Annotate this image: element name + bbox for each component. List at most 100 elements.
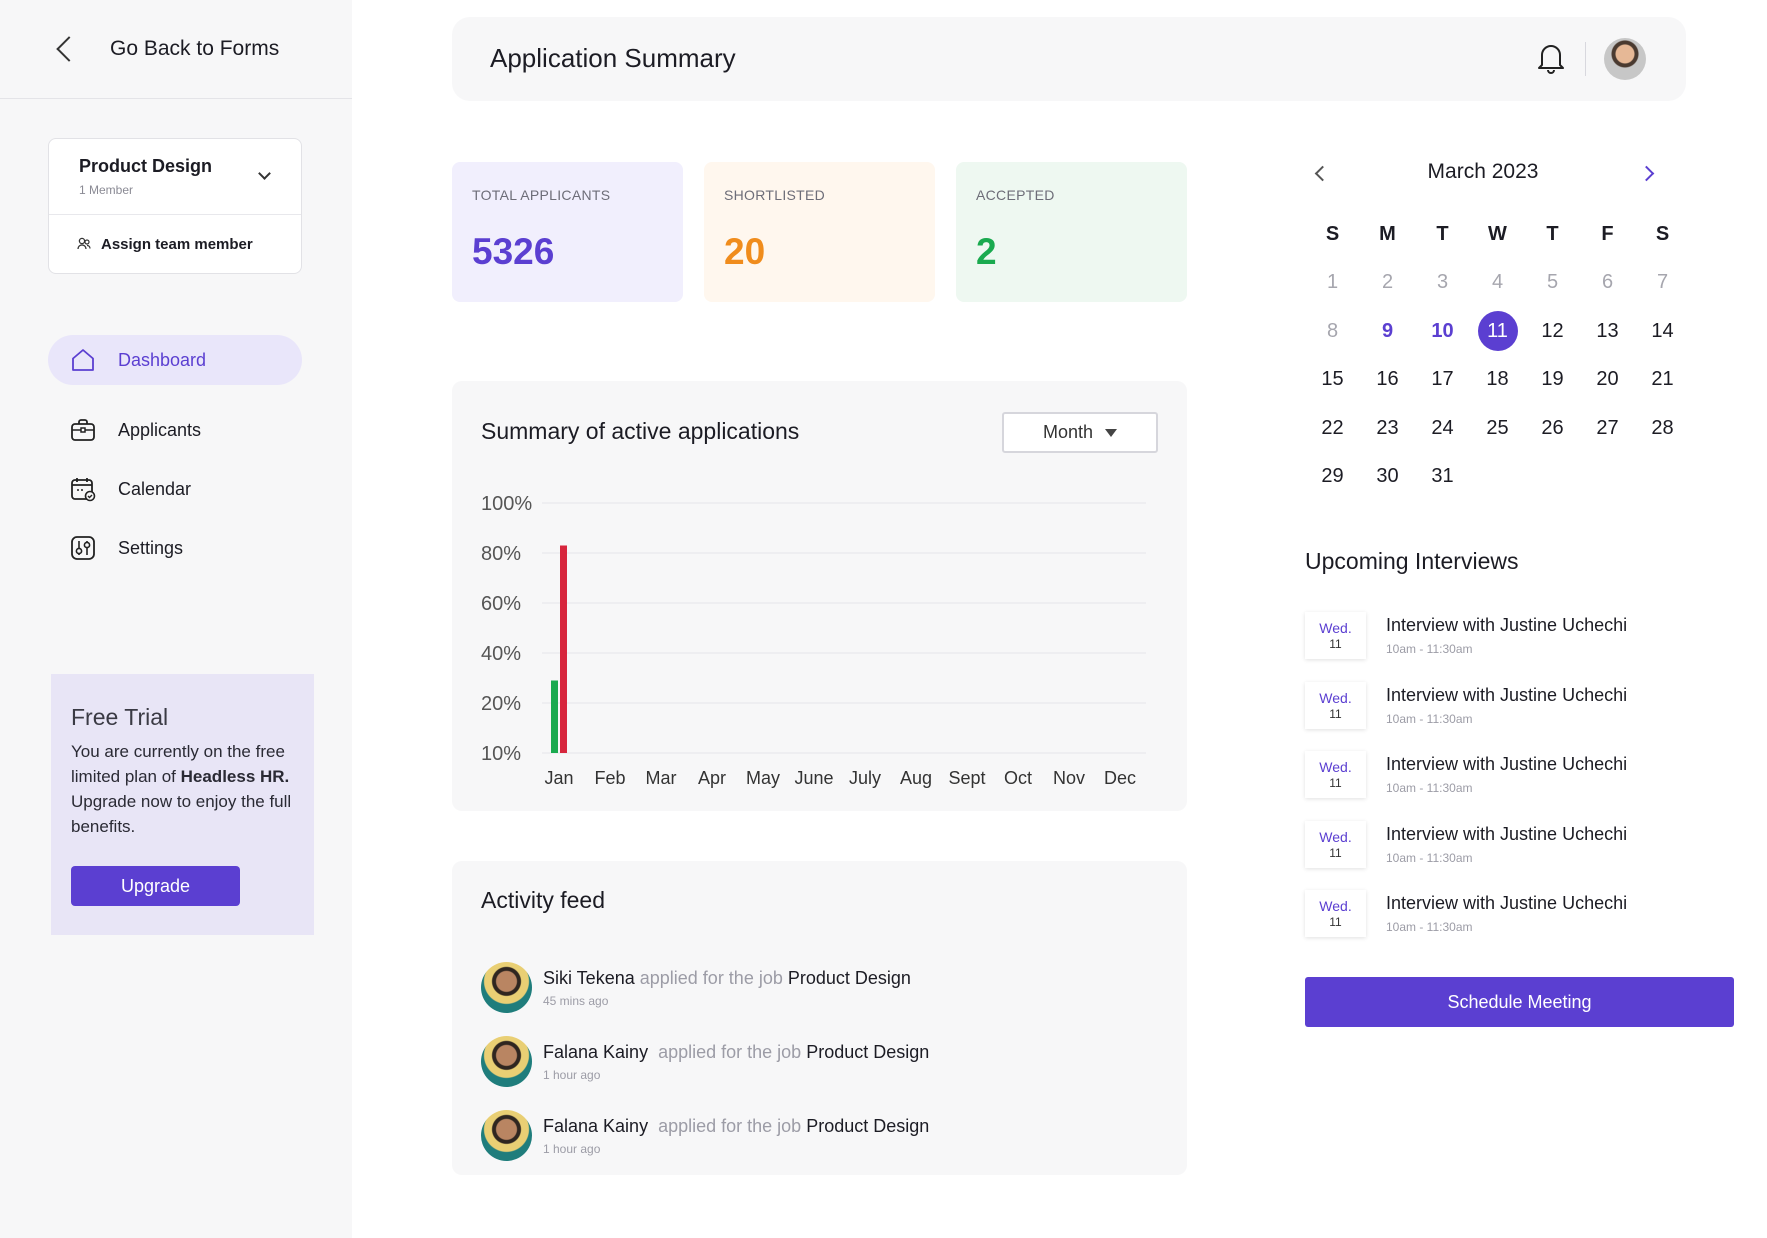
calendar-day[interactable]: 6 (1580, 271, 1635, 294)
calendar-day-number: 30 (1376, 465, 1399, 488)
calendar-day[interactable]: 10 (1415, 320, 1470, 343)
calendar-day[interactable]: 30 (1360, 465, 1415, 488)
assign-team-member-label: Assign team member (101, 235, 253, 253)
stat-label: SHORTLISTED (724, 187, 826, 203)
x-tick-label: June (794, 768, 833, 788)
interview-info: Interview with Justine Uchechi 10am - 11:… (1386, 682, 1627, 732)
calendar-day[interactable]: 23 (1360, 417, 1415, 440)
team-selector[interactable]: Product Design 1 Member (49, 139, 301, 215)
x-tick-label: May (746, 768, 780, 788)
calendar-day[interactable]: 16 (1360, 368, 1415, 391)
calendar-day[interactable]: 5 (1525, 271, 1580, 294)
bell-icon[interactable] (1536, 41, 1566, 80)
go-back-label: Go Back to Forms (110, 37, 280, 60)
interview-time: 10am - 11:30am (1386, 642, 1473, 656)
calendar-day[interactable]: 2 (1360, 271, 1415, 294)
applications-chart-card: 100% 80% 60% 40% 20% 10% Jan Feb Mar Apr May June Ju… (452, 381, 1187, 811)
interview-time: 10am - 11:30am (1386, 850, 1473, 865)
calendar-day[interactable]: 24 (1415, 417, 1470, 440)
upcoming-interviews-title: Upcoming Interviews (1305, 548, 1519, 574)
x-tick-label: Feb (594, 768, 625, 788)
interview-item[interactable]: Wed. 11 Interview with Justine Uchechi 10am… (1305, 751, 1627, 801)
calendar-day[interactable]: 28 (1635, 417, 1690, 440)
activity-text: Siki Tekena applied for the job Product … (543, 968, 911, 989)
x-tick-label: Nov (1053, 768, 1085, 788)
calendar-day[interactable]: 17 (1415, 368, 1470, 391)
activity-job: Product Design (806, 1042, 930, 1062)
avatar (481, 1036, 532, 1087)
calendar-day[interactable]: 13 (1580, 320, 1635, 343)
calendar-day[interactable]: 27 (1580, 417, 1635, 440)
x-tick-label: Aug (900, 768, 932, 788)
sidebar-item-settings[interactable]: Settings (48, 523, 302, 573)
x-tick-label: Oct (1004, 768, 1032, 788)
activity-feed: Activity feed Siki Tekena applied for th… (452, 861, 1187, 1175)
calendar-day-number: 22 (1321, 416, 1344, 439)
calendar-day[interactable]: 21 (1635, 368, 1690, 391)
activity-action: applied for the job (658, 1042, 802, 1062)
users-icon (77, 237, 91, 251)
calendar-day[interactable]: 9 (1360, 320, 1415, 343)
sidebar-item-applicants[interactable]: Applicants (48, 405, 302, 455)
interview-item[interactable]: Wed. 11 Interview with Justine Uchechi 10am… (1305, 612, 1627, 662)
interview-info: Interview with Justine Uchechi 10am - 11:… (1386, 612, 1627, 662)
calendar-day[interactable]: 19 (1525, 368, 1580, 391)
interview-date: 11 (1329, 915, 1342, 929)
y-tick-label: 10% (481, 743, 521, 765)
calendar-day[interactable]: 22 (1305, 417, 1360, 440)
stat-label: TOTAL APPLICANTS (472, 187, 611, 203)
calendar-month: March 2023 (1427, 160, 1539, 183)
period-select[interactable]: Month (1002, 412, 1158, 453)
assign-team-member-button[interactable]: Assign team member (49, 215, 301, 273)
interview-item[interactable]: Wed. 11 Interview with Justine Uchechi 10am… (1305, 890, 1627, 940)
chevron-left-icon (56, 36, 82, 62)
y-tick-label: 80% (481, 543, 521, 565)
calendar-day[interactable]: 8 (1305, 320, 1360, 343)
calendar-day[interactable]: 15 (1305, 368, 1360, 391)
calendar-day-number: 8 (1326, 319, 1339, 342)
calendar-day[interactable]: 11 (1470, 311, 1525, 352)
interview-time: 10am - 11:30am (1386, 781, 1473, 795)
calendar-day-number: 26 (1541, 416, 1564, 439)
calendar-weekday: S (1655, 222, 1670, 245)
calendar-day[interactable]: 31 (1415, 465, 1470, 488)
calendar-day[interactable]: 1 (1305, 271, 1360, 294)
period-select-value: Month (1042, 422, 1094, 442)
activity-action: applied for the job (658, 1116, 802, 1136)
calendar-day-number: 5 (1546, 271, 1559, 294)
calendar-day[interactable]: 14 (1635, 320, 1690, 343)
calendar-day[interactable]: 18 (1470, 368, 1525, 391)
calendar-day[interactable]: 7 (1635, 271, 1690, 294)
interview-info: Interview with Justine Uchechi 10am - 11:… (1386, 821, 1627, 871)
interview-item[interactable]: Wed. 11 Interview with Justine Uchechi 10am… (1305, 820, 1627, 871)
interview-date: 11 (1329, 845, 1342, 860)
calendar-day[interactable]: 3 (1415, 271, 1470, 294)
calendar-day-number: 14 (1651, 319, 1674, 342)
activity-action: applied for the job (639, 968, 783, 988)
sidebar-item-label: Settings (118, 537, 184, 558)
upgrade-button[interactable]: Upgrade (71, 866, 240, 906)
x-tick-label: Mar (646, 768, 677, 788)
top-header: Application Summary (452, 17, 1686, 101)
calendar-day[interactable]: 12 (1525, 320, 1580, 343)
go-back-link[interactable]: Go Back to Forms (0, 0, 352, 99)
interview-item[interactable]: Wed. 11 Interview with Justine Uchechi 10am… (1305, 681, 1627, 732)
calendar-day[interactable]: 20 (1580, 368, 1635, 391)
calendar-day[interactable]: 26 (1525, 417, 1580, 440)
mini-calendar: March 2023 S M T W T F S 1 2 3 4 5 6 7 8 9 10 11 12 13 14 15 1… (1305, 155, 1683, 487)
calendar-day[interactable]: 4 (1470, 271, 1525, 294)
calendar-day-number: 9 (1381, 319, 1394, 342)
interview-time: 10am - 11:30am (1386, 920, 1473, 934)
calendar-day-number: 15 (1321, 368, 1344, 391)
interview-date: 11 (1329, 776, 1342, 790)
free-trial-text: You are currently on the free limited pl… (71, 739, 316, 839)
sidebar-item-calendar[interactable]: Calendar (48, 464, 302, 514)
schedule-meeting-button[interactable]: Schedule Meeting (1305, 977, 1734, 1027)
sidebar-item-dashboard[interactable]: Dashboard (48, 335, 302, 385)
calendar-day[interactable]: 29 (1305, 465, 1360, 488)
avatar[interactable] (1604, 38, 1646, 80)
calendar-weekday: T (1436, 222, 1449, 245)
free-trial-card: Free Trial You are currently on the free… (51, 674, 314, 935)
calendar-day[interactable]: 25 (1470, 417, 1525, 440)
avatar (481, 1110, 532, 1161)
